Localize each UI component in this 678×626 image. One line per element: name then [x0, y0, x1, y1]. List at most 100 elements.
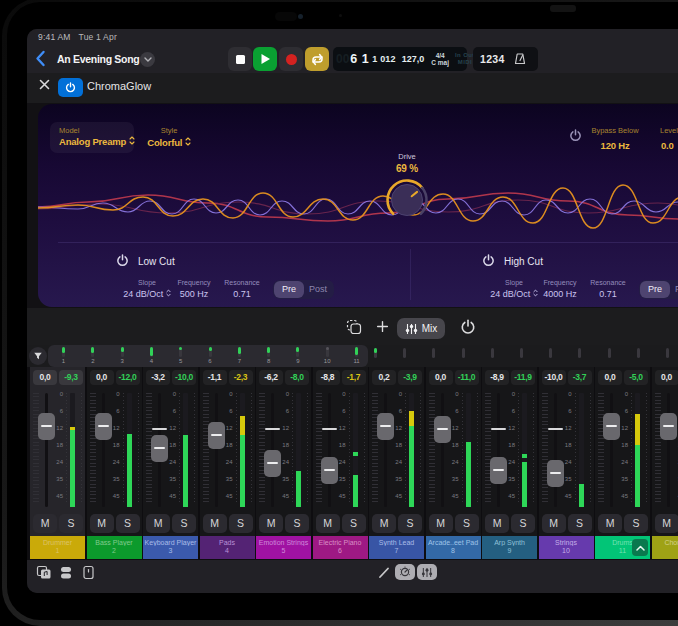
- track-label[interactable]: Drummer 1: [30, 536, 85, 559]
- count-in-button[interactable]: 1234: [480, 53, 505, 65]
- volume-value[interactable]: 0,2: [372, 370, 396, 385]
- collapse-stack-button[interactable]: [632, 539, 648, 556]
- high-cut-power-icon[interactable]: [482, 254, 495, 267]
- mute-button[interactable]: M: [655, 514, 678, 533]
- lcd-display[interactable]: 00 6 1 1 012 127,0 4/4C maj In OutMIDI: [333, 47, 467, 71]
- fader-handle[interactable]: [547, 460, 564, 487]
- play-button[interactable]: [253, 47, 277, 71]
- track-label[interactable]: Synth Lead 7: [369, 536, 424, 559]
- fader-handle[interactable]: [95, 413, 112, 440]
- plugins-icon[interactable]: [59, 565, 73, 580]
- mute-button[interactable]: M: [203, 514, 227, 533]
- add-track-icon[interactable]: [376, 320, 389, 333]
- channel-strip-12[interactable]: 0,0 061218243545 M S: [652, 367, 678, 536]
- channel-strip-9[interactable]: -8,9 -11,9 061218243545 M S: [482, 367, 537, 536]
- volume-value[interactable]: -8,9: [485, 370, 509, 385]
- count-in-group[interactable]: 1234: [473, 47, 538, 71]
- fader-handle[interactable]: [490, 457, 507, 484]
- channel-strip-7[interactable]: 0,2 -3,9 061218243545 M S: [369, 367, 424, 536]
- track-label[interactable]: Keyboard Player 3: [143, 536, 198, 559]
- mute-button[interactable]: M: [33, 514, 57, 533]
- track-label[interactable]: Bass Player 2: [87, 536, 142, 559]
- fader-handle[interactable]: [377, 413, 394, 440]
- solo-button[interactable]: S: [342, 514, 366, 533]
- mix-button[interactable]: Mix: [397, 318, 445, 339]
- mute-button[interactable]: M: [542, 514, 566, 533]
- high-cut-post-button[interactable]: Post: [669, 281, 678, 298]
- volume-value[interactable]: 0,0: [90, 370, 114, 385]
- back-chevron-icon[interactable]: [35, 50, 46, 67]
- solo-button[interactable]: S: [511, 514, 535, 533]
- loop-browser-icon[interactable]: [36, 565, 52, 580]
- track-label[interactable]: Emotion Strings 5: [256, 536, 311, 559]
- track-label[interactable]: Arcade..eet Pad 8: [426, 536, 481, 559]
- track-label[interactable]: Strings 10: [539, 536, 594, 559]
- mute-button[interactable]: M: [485, 514, 509, 533]
- mute-button[interactable]: M: [259, 514, 283, 533]
- track-label[interactable]: Chorus V: [652, 536, 678, 559]
- song-menu-button[interactable]: [140, 52, 155, 67]
- solo-button[interactable]: S: [568, 514, 592, 533]
- mixer-view-button[interactable]: [417, 564, 437, 580]
- volume-value[interactable]: 0,0: [598, 370, 622, 385]
- model-selector[interactable]: Model Analog Preamp: [50, 122, 134, 153]
- channel-strip-10[interactable]: -10,0 -3,7 061218243545 M S: [539, 367, 594, 536]
- solo-button[interactable]: S: [59, 514, 83, 533]
- channel-strip-8[interactable]: 0,0 -11,0 061218243545 M S: [426, 367, 481, 536]
- fader-handle[interactable]: [434, 416, 451, 443]
- mute-button[interactable]: M: [598, 514, 622, 533]
- close-icon[interactable]: [39, 79, 50, 90]
- fader-handle[interactable]: [151, 435, 168, 462]
- volume-value[interactable]: -10,0: [542, 370, 566, 385]
- low-cut-resonance-value[interactable]: 0.71: [207, 289, 277, 299]
- level-control[interactable]: Level 0.0: [660, 126, 678, 153]
- volume-value[interactable]: -6,2: [259, 370, 283, 385]
- channel-strip-4[interactable]: -1,1 -2,3 061218243545 M S: [200, 367, 255, 536]
- mute-button[interactable]: M: [316, 514, 340, 533]
- track-label[interactable]: Pads 4: [200, 536, 255, 559]
- overview-extra-tracks[interactable]: [27, 345, 678, 367]
- mute-button[interactable]: M: [429, 514, 453, 533]
- metronome-icon[interactable]: [513, 52, 527, 66]
- channel-strip-6[interactable]: -8,8 -1,7 061218243545 M S: [313, 367, 368, 536]
- drive-knob[interactable]: [385, 178, 429, 222]
- volume-value[interactable]: 0,0: [33, 370, 57, 385]
- solo-button[interactable]: S: [116, 514, 140, 533]
- fader-handle[interactable]: [603, 413, 620, 440]
- device-icon[interactable]: [82, 565, 95, 580]
- channel-strip-2[interactable]: 0,0 -12,0 061218243545 M S: [87, 367, 142, 536]
- mute-button[interactable]: M: [146, 514, 170, 533]
- mute-button[interactable]: M: [372, 514, 396, 533]
- volume-value[interactable]: -1,1: [203, 370, 227, 385]
- mixer-power-icon[interactable]: [460, 319, 476, 335]
- fader-handle[interactable]: [38, 413, 55, 440]
- solo-button[interactable]: S: [229, 514, 253, 533]
- volume-value[interactable]: 0,0: [429, 370, 453, 385]
- duplicate-icon[interactable]: [346, 319, 362, 335]
- solo-button[interactable]: S: [398, 514, 422, 533]
- plugin-power-button[interactable]: [58, 78, 83, 97]
- track-label[interactable]: Drums 11: [595, 536, 650, 559]
- controls-view-button[interactable]: [395, 564, 415, 580]
- record-button[interactable]: [279, 47, 303, 71]
- song-title[interactable]: An Evening Song: [57, 53, 139, 65]
- stop-button[interactable]: [228, 47, 252, 71]
- fader-handle[interactable]: [264, 450, 281, 477]
- low-cut-power-icon[interactable]: [116, 254, 129, 267]
- track-label[interactable]: Electric Piano 6: [313, 536, 368, 559]
- low-cut-pre-button[interactable]: Pre: [274, 281, 304, 298]
- fader-handle[interactable]: [208, 422, 225, 449]
- solo-button[interactable]: S: [624, 514, 648, 533]
- fader-handle[interactable]: [321, 457, 338, 484]
- mute-button[interactable]: M: [90, 514, 114, 533]
- volume-value[interactable]: -3,2: [146, 370, 170, 385]
- track-label[interactable]: Arp Synth 9: [482, 536, 537, 559]
- channel-strip-5[interactable]: -6,2 -8,0 061218243545 M S: [256, 367, 311, 536]
- channel-strip-3[interactable]: -3,2 -10,0 061218243545 M S: [143, 367, 198, 536]
- bypass-below-control[interactable]: Bypass Below 120 Hz: [584, 126, 646, 153]
- channel-strip-11[interactable]: 0,0 -5,0 061218243545 M S: [595, 367, 650, 536]
- pencil-icon[interactable]: [377, 565, 391, 580]
- volume-value[interactable]: -8,8: [316, 370, 340, 385]
- fader-handle[interactable]: [660, 413, 677, 440]
- solo-button[interactable]: S: [285, 514, 309, 533]
